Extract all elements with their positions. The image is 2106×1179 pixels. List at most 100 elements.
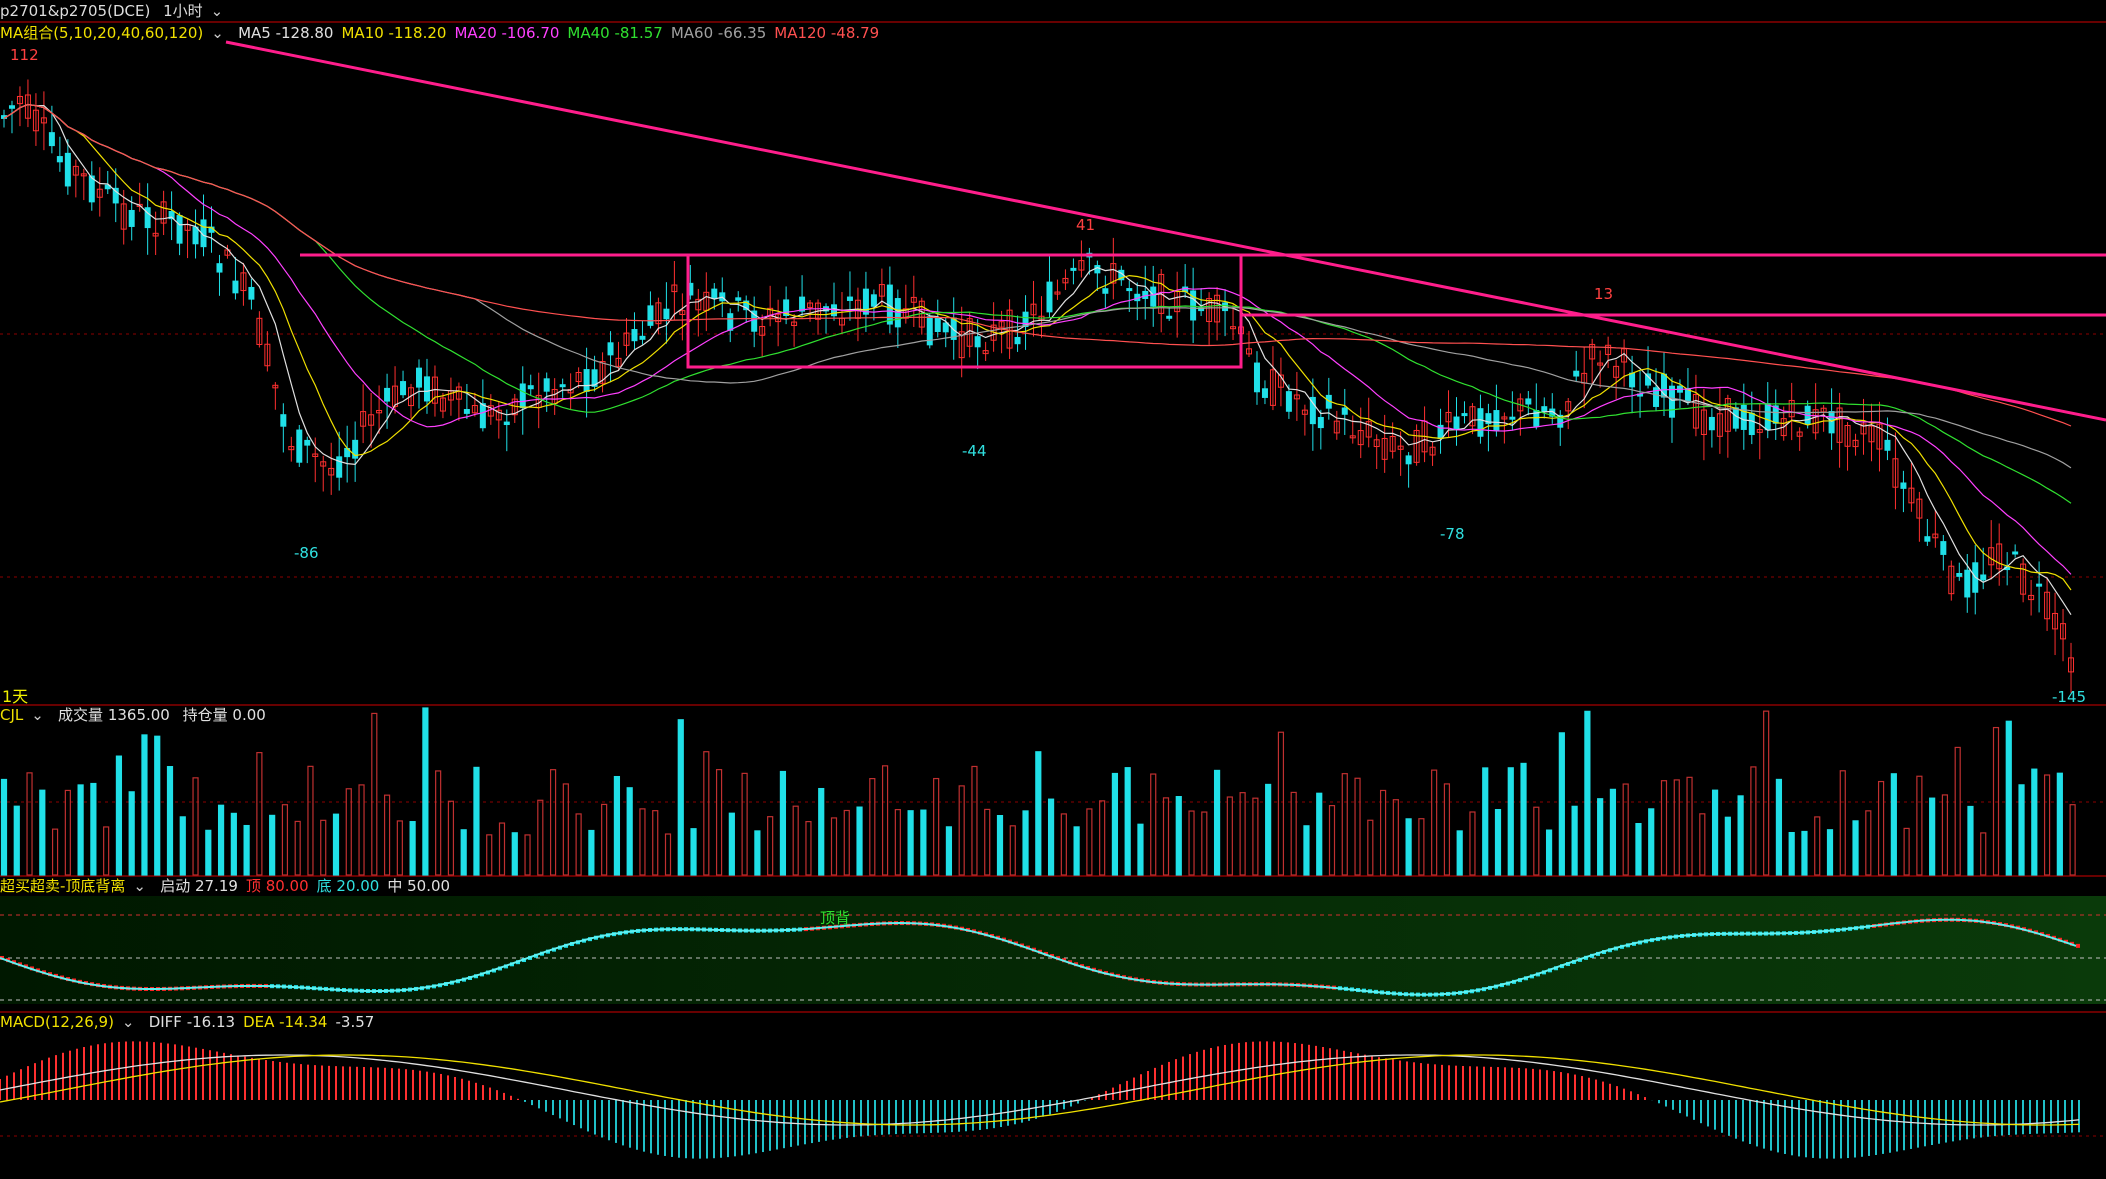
candle-body [1261, 388, 1268, 398]
volume-bar [1763, 710, 1770, 876]
candle-body [2036, 583, 2043, 587]
volume-bar [996, 815, 1004, 876]
volume-bar [1418, 818, 1425, 876]
volume-bar [1111, 772, 1119, 876]
candle-body [1828, 411, 1835, 434]
volume-bar [498, 822, 506, 876]
volume-bar [205, 829, 212, 876]
candle-body [1964, 569, 1971, 598]
volume-bar [294, 820, 301, 876]
volume-bar [1060, 813, 1067, 876]
oscillator-legend: 超买超卖-顶底背离 ⌄ 启动 27.19 顶 80.00 底 20.00 中 50.00 [0, 875, 2106, 897]
candle-body [423, 376, 430, 402]
high-label-112: 112 [10, 46, 39, 64]
volume-bar [856, 806, 863, 876]
volume-bar [1724, 816, 1731, 876]
volume-bar [792, 805, 799, 876]
volume-bar [1124, 767, 1131, 876]
volume-bar [307, 765, 314, 876]
candle-body [128, 209, 135, 227]
high-label-41: 41 [1076, 216, 1096, 234]
ma60-line [3, 103, 2072, 469]
volume-bar [1431, 769, 1438, 876]
volume-bar [166, 766, 174, 876]
volume-bar [1545, 829, 1553, 876]
candle-body [942, 322, 949, 333]
volume-bar [1635, 823, 1642, 876]
volume-bar [447, 800, 455, 876]
candle-body [607, 342, 614, 356]
candle-body [1405, 455, 1412, 465]
candle-body [384, 387, 391, 402]
oscillator-indicator-selector[interactable]: 超买超卖-顶底背离 ⌄ [0, 877, 153, 895]
ma40-line [3, 103, 2072, 504]
volume-bar [1852, 820, 1859, 876]
volume-bar [51, 828, 59, 876]
ma10-line [3, 103, 2072, 591]
candle-body [248, 286, 255, 300]
volume-bar [1213, 769, 1221, 876]
macd-indicator-selector[interactable]: MACD(12,26,9) ⌄ [0, 1013, 142, 1031]
volume-bar [115, 755, 123, 876]
volume-bar [1022, 810, 1029, 876]
candle-body [1253, 362, 1260, 393]
volume-bar [843, 809, 850, 876]
volume-bar [1201, 811, 1208, 876]
volume-bar [154, 735, 161, 876]
volume-bar [562, 783, 569, 876]
volume-bar [1533, 806, 1540, 876]
candle-body [1070, 267, 1077, 271]
candle-body [1166, 315, 1173, 319]
volume-value: 成交量 1365.00 [58, 706, 170, 724]
volume-bar [1967, 805, 1974, 876]
volume-bar [192, 777, 199, 876]
osc-value-3: 中 50.00 [387, 877, 451, 895]
candle-body [1525, 398, 1532, 405]
volume-bar [1507, 767, 1514, 876]
volume-bar [13, 805, 20, 876]
candle-body [1477, 408, 1484, 437]
volume-bar [1775, 778, 1783, 876]
volume-bar [1584, 710, 1591, 876]
volume-bar [1443, 783, 1451, 876]
volume-bar [524, 834, 531, 876]
candle-body [56, 156, 63, 163]
candle-body [1461, 413, 1468, 417]
volume-bar [460, 829, 467, 876]
volume-bar [396, 820, 403, 876]
volume-bar [256, 752, 263, 876]
volume-bar [1137, 823, 1144, 876]
volume-bar [830, 817, 838, 876]
candle-body [1541, 406, 1548, 413]
candle-body [1046, 281, 1053, 313]
volume-bar [1648, 808, 1655, 876]
volume-bar [217, 804, 225, 876]
volume-bar [869, 778, 876, 876]
volume-bar [690, 828, 697, 876]
volume-bar [230, 812, 237, 876]
candle-body [2012, 551, 2019, 555]
low-label-86: -86 [294, 544, 319, 562]
volume-bar [588, 829, 595, 876]
open-interest-value: 持仓量 0.00 [182, 706, 266, 724]
diff-line [0, 1054, 2080, 1126]
candle-body [934, 317, 941, 332]
volume-bar [1597, 798, 1604, 876]
chart-canvas[interactable] [0, 0, 2106, 1179]
volume-bar [1392, 799, 1399, 876]
volume-bar [2043, 774, 2051, 876]
volume-bar [128, 791, 135, 876]
low-label-44: -44 [962, 442, 987, 460]
volume-bar [1916, 775, 1923, 876]
volume-bar [1405, 818, 1412, 876]
volume-bar [677, 719, 684, 876]
candle-body [280, 414, 287, 427]
candle-body [711, 288, 718, 299]
low-label-78: -78 [1440, 525, 1465, 543]
volume-indicator-selector[interactable]: CJL ⌄ [0, 706, 51, 724]
macd-legend: MACD(12,26,9) ⌄ DIFF -16.13 DEA -14.34 -3.5… [0, 1011, 2106, 1033]
volume-bar [933, 777, 940, 876]
candle-body [543, 378, 550, 392]
volume-bar [1622, 783, 1629, 876]
chevron-down-icon: ⌄ [121, 1013, 135, 1031]
